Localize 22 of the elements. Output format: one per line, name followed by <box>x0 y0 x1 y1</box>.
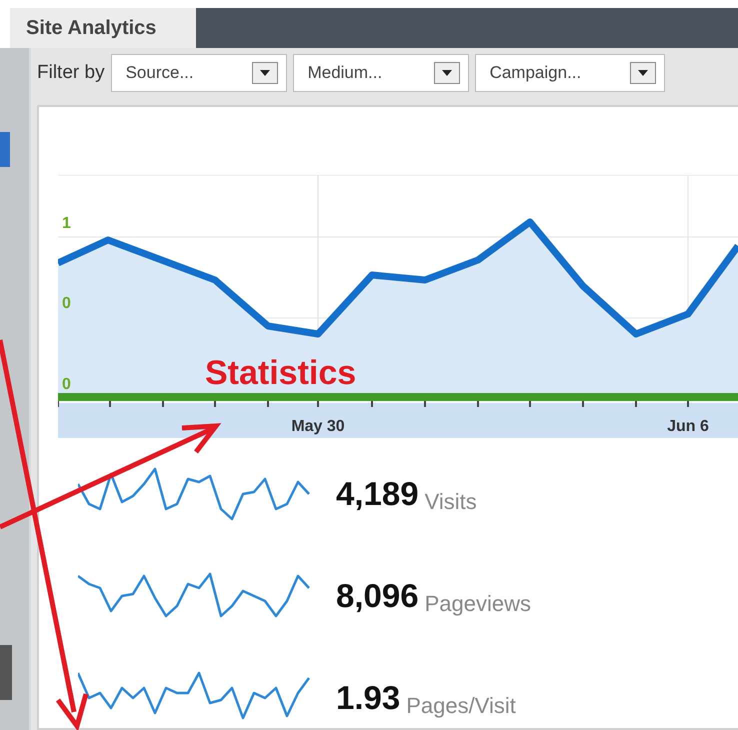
caret-icon <box>630 62 656 84</box>
sidebar-marker <box>0 132 10 167</box>
y-axis-label: 1 <box>62 215 71 232</box>
y-axis-label: 0 <box>62 295 71 312</box>
metric-value: 4,189 <box>336 475 419 512</box>
x-axis-label: May 30 <box>291 418 345 435</box>
tab[interactable]: Site Analytics <box>10 8 196 48</box>
metric-label: Visits <box>424 489 477 514</box>
filter-label: Filter by <box>37 62 105 84</box>
filter-dropdown[interactable]: Campaign... <box>474 54 665 92</box>
metric-value: 1.93 <box>336 679 400 716</box>
sidebar-block <box>0 645 12 700</box>
annotation-label: Statistics <box>205 354 356 393</box>
x-axis-label: Jun 6 <box>667 418 709 435</box>
caret-icon <box>434 62 460 84</box>
y-axis-label: 0 <box>62 376 71 393</box>
metric-label: Pages/Visit <box>406 693 516 718</box>
filter-dropdown[interactable]: Medium... <box>292 54 469 92</box>
filter-dropdown[interactable]: Source... <box>110 54 287 92</box>
metric-label: Pageviews <box>424 591 531 616</box>
caret-icon <box>252 62 278 84</box>
metric-value: 8,096 <box>336 577 419 614</box>
